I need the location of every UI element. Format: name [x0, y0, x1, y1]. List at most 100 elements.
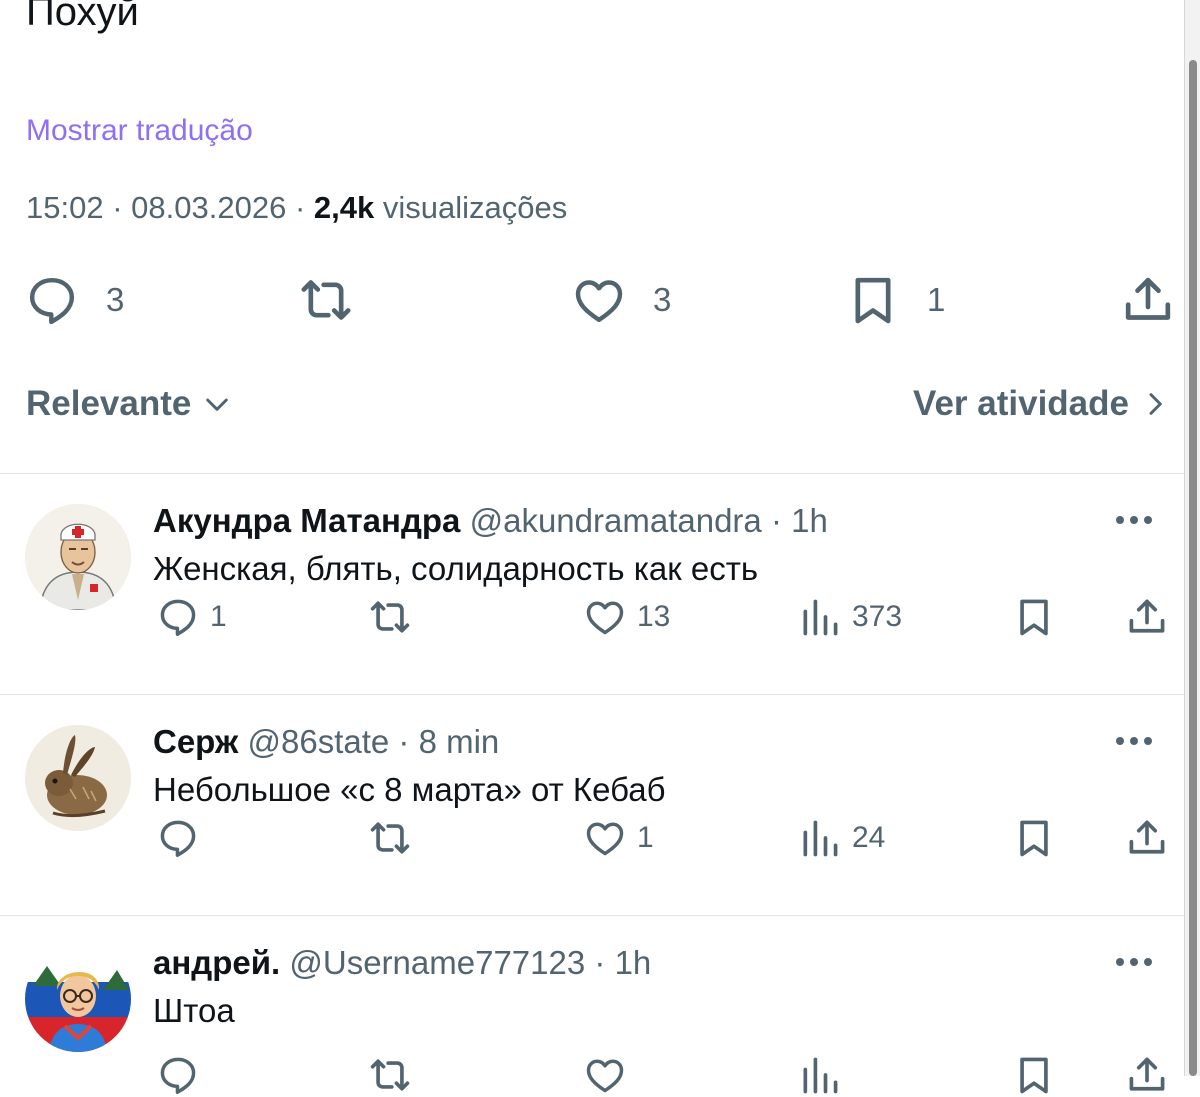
meta-separator: ·: [112, 190, 123, 225]
bookmark-button[interactable]: 1: [845, 272, 945, 328]
view-count: 24: [852, 821, 886, 854]
reply-icon: [24, 272, 80, 328]
post-text: Похуй: [26, 0, 139, 34]
chevron-down-icon: [201, 388, 233, 420]
views-icon: [798, 595, 842, 639]
view-activity-link[interactable]: Ver atividade: [913, 384, 1171, 424]
author-handle[interactable]: @86state: [247, 723, 389, 760]
heart-icon: [583, 816, 627, 860]
heart-icon: [583, 1053, 627, 1097]
bookmark-icon: [1012, 1053, 1056, 1097]
retweet-button[interactable]: [368, 1054, 412, 1096]
retweet-icon: [368, 1053, 412, 1097]
cartoon-boy-avatar-image: [25, 946, 131, 1052]
retweet-icon: [368, 595, 412, 639]
post-meta: 15:02 · 08.03.2026 · 2,4k visualizações: [26, 190, 567, 226]
bookmark-button[interactable]: [1012, 596, 1056, 638]
reply-time[interactable]: 1h: [615, 944, 652, 981]
like-button[interactable]: 13: [583, 596, 670, 638]
more-options-icon[interactable]: [1114, 956, 1154, 968]
reply-button[interactable]: [156, 1054, 200, 1096]
chevron-right-icon: [1139, 388, 1171, 420]
reply-time[interactable]: 8 min: [419, 723, 500, 760]
reply-header: андрей. @Username777123 · 1h: [153, 944, 651, 982]
more-options-icon[interactable]: [1114, 514, 1154, 526]
share-icon: [1125, 1053, 1169, 1097]
reply-item[interactable]: Акундра Матандра @akundramatandra · 1h Ж…: [0, 474, 1184, 695]
retweet-button[interactable]: [298, 272, 354, 328]
views-icon: [798, 816, 842, 860]
avatar[interactable]: [25, 946, 131, 1052]
share-icon: [1125, 595, 1169, 639]
post-time[interactable]: 15:02: [26, 190, 104, 225]
reply-icon: [156, 595, 200, 639]
main-post: Похуй Mostrar tradução 15:02 · 08.03.202…: [0, 0, 1184, 474]
author-handle[interactable]: @Username777123: [289, 944, 585, 981]
hare-avatar-image: [25, 725, 131, 831]
avatar[interactable]: [25, 504, 131, 610]
like-count: 13: [637, 600, 671, 633]
heart-icon: [583, 595, 627, 639]
bookmark-icon: [845, 272, 901, 328]
views-label: visualizações: [382, 190, 568, 225]
reply-icon: [156, 1053, 200, 1097]
reply-button[interactable]: 1: [156, 596, 227, 638]
sort-dropdown[interactable]: Relevante: [26, 384, 233, 424]
reply-header: Акундра Матандра @akundramatandra · 1h: [153, 502, 828, 540]
avatar[interactable]: [25, 725, 131, 831]
like-button[interactable]: 1: [583, 817, 654, 859]
author-name[interactable]: Серж: [153, 723, 238, 760]
view-activity-label: Ver atividade: [913, 384, 1129, 423]
author-name[interactable]: Акундра Матандра: [153, 502, 460, 539]
share-button[interactable]: [1125, 596, 1169, 638]
share-icon: [1120, 272, 1176, 328]
meta-separator: ·: [294, 190, 306, 225]
bookmark-icon: [1012, 816, 1056, 860]
like-button[interactable]: [583, 1054, 627, 1096]
reply-text: Небольшое «с 8 марта» от Кебаб: [153, 771, 666, 808]
view-count: 373: [852, 600, 903, 633]
sort-label: Relevante: [26, 384, 192, 423]
views-icon: [798, 1053, 842, 1097]
share-button[interactable]: [1125, 1054, 1169, 1096]
reply-text: Женская, блять, солидарность как есть: [153, 550, 759, 587]
share-button[interactable]: [1120, 272, 1176, 328]
bookmark-button[interactable]: [1012, 817, 1056, 859]
meta-separator: ·: [594, 944, 606, 981]
like-button[interactable]: 3: [571, 272, 671, 328]
doctor-avatar-image: [25, 504, 131, 610]
reply-item[interactable]: Серж @86state · 8 min Небольшое «с 8 мар…: [0, 695, 1184, 916]
author-name[interactable]: андрей.: [153, 944, 280, 981]
retweet-button[interactable]: [368, 817, 412, 859]
meta-separator: ·: [398, 723, 410, 760]
bookmark-button[interactable]: [1012, 1054, 1056, 1096]
reply-button[interactable]: 3: [24, 272, 124, 328]
scrollbar-thumb[interactable]: [1189, 60, 1197, 1076]
more-options-icon[interactable]: [1114, 735, 1154, 747]
views-button[interactable]: 373: [798, 596, 902, 638]
meta-separator: ·: [770, 502, 782, 539]
like-count: 1: [637, 821, 654, 854]
reply-button[interactable]: [156, 817, 200, 859]
views-button[interactable]: 24: [798, 817, 885, 859]
heart-icon: [571, 272, 627, 328]
views-count: 2,4k: [313, 190, 375, 225]
bookmark-count: 1: [927, 281, 946, 318]
scrollbar[interactable]: [1184, 0, 1200, 1076]
reply-header: Серж @86state · 8 min: [153, 723, 499, 761]
author-handle[interactable]: @akundramatandra: [470, 502, 762, 539]
replies-sort-bar: Relevante Ver atividade: [26, 384, 1171, 434]
share-icon: [1125, 816, 1169, 860]
reply-time[interactable]: 1h: [791, 502, 828, 539]
retweet-icon: [298, 272, 354, 328]
reply-icon: [156, 816, 200, 860]
show-translation-link[interactable]: Mostrar tradução: [26, 114, 253, 148]
post-date[interactable]: 08.03.2026: [131, 190, 286, 225]
views-button[interactable]: [798, 1054, 842, 1096]
reply-item[interactable]: андрей. @Username777123 · 1h Штоа: [0, 916, 1184, 1076]
reply-text: Штоа: [153, 992, 235, 1029]
like-count: 3: [653, 281, 672, 318]
retweet-button[interactable]: [368, 596, 412, 638]
share-button[interactable]: [1125, 817, 1169, 859]
bookmark-icon: [1012, 595, 1056, 639]
